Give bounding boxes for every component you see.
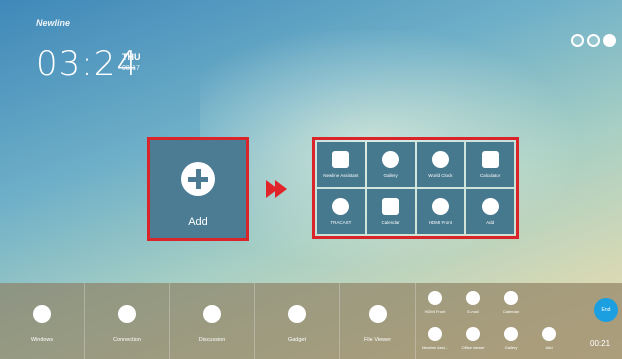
mail-icon bbox=[466, 291, 480, 305]
side-vertical-text bbox=[22, 120, 30, 220]
taskbar-file-viewer[interactable]: File Viewer bbox=[340, 283, 416, 359]
app-tile[interactable]: HDMI Front bbox=[416, 189, 465, 234]
hdmi-icon bbox=[431, 198, 449, 215]
connection-icon bbox=[118, 305, 136, 323]
app-tile[interactable]: Add bbox=[466, 189, 514, 234]
taskbar-discussion[interactable]: Discussion bbox=[170, 283, 255, 359]
app-label: HDMI Front bbox=[428, 220, 452, 225]
quick-app-label: Newline Assi... bbox=[421, 345, 448, 350]
end-button[interactable]: End bbox=[594, 298, 618, 322]
quick-app-label: HDMI Front bbox=[424, 309, 446, 314]
app-tile[interactable]: Calculator bbox=[466, 142, 514, 187]
user-icon[interactable] bbox=[587, 34, 600, 47]
cast-icon bbox=[332, 198, 350, 215]
quick-app-assistant[interactable]: Newline Assi... bbox=[416, 321, 454, 357]
plus-icon bbox=[181, 162, 215, 196]
office-icon bbox=[466, 327, 480, 341]
quick-app-hdmi[interactable]: HDMI Front bbox=[416, 285, 454, 321]
app-grid: Newline Assistant Gallery World Clock Ca… bbox=[312, 137, 519, 239]
calendar-icon bbox=[382, 198, 400, 215]
quick-app-calendar[interactable]: Calendar bbox=[492, 285, 530, 321]
add-app-label: Add bbox=[188, 216, 208, 228]
quick-app-label: Add bbox=[545, 345, 553, 350]
calendar-icon bbox=[504, 291, 518, 305]
quick-app-label: Calendar bbox=[502, 309, 520, 314]
arrow-right-icon bbox=[275, 180, 287, 198]
app-label: Calendar bbox=[381, 220, 400, 225]
cross-icon bbox=[428, 327, 442, 341]
clock-date: 08-17 bbox=[122, 65, 140, 72]
taskbar-label: Gadget bbox=[287, 337, 307, 343]
plus-icon bbox=[542, 327, 556, 341]
app-label: World Clock bbox=[428, 173, 453, 178]
status-icon[interactable] bbox=[571, 34, 584, 47]
quick-app-email[interactable]: E-mail bbox=[454, 285, 492, 321]
arrow-indicator bbox=[266, 180, 287, 203]
clock-time: 03:24 bbox=[36, 44, 139, 84]
hdmi-icon bbox=[428, 291, 442, 305]
gallery-icon bbox=[382, 151, 400, 168]
app-tile[interactable]: Newline Assistant bbox=[317, 142, 365, 187]
globe-icon bbox=[431, 151, 449, 168]
grid-icon bbox=[288, 305, 306, 323]
calculator-icon bbox=[481, 151, 499, 168]
app-label: Gallery bbox=[383, 173, 398, 178]
taskbar-label: File Viewer bbox=[363, 337, 392, 343]
app-tile[interactable]: TRACAST bbox=[317, 189, 365, 234]
discussion-icon bbox=[203, 305, 221, 323]
file-icon bbox=[368, 305, 387, 323]
app-tile[interactable]: World Clock bbox=[416, 142, 465, 187]
quick-app-gallery[interactable]: Gallery bbox=[492, 321, 530, 357]
taskbar-label: Windows bbox=[30, 337, 54, 343]
taskbar-connection[interactable]: Connection bbox=[85, 283, 170, 359]
top-right-icons bbox=[571, 34, 616, 47]
app-label: Calculator bbox=[479, 173, 501, 178]
quick-app-label: Office viewer bbox=[461, 345, 485, 350]
taskbar-windows[interactable]: Windows bbox=[0, 283, 85, 359]
clock-day: THU bbox=[122, 52, 141, 62]
app-tile[interactable]: Gallery bbox=[366, 142, 415, 187]
quick-app-label: Gallery bbox=[504, 345, 518, 350]
taskbar-gadget[interactable]: Gadget bbox=[255, 283, 340, 359]
app-label: Add bbox=[486, 220, 495, 225]
session-timer: 00:21 bbox=[590, 339, 611, 348]
taskbar-label: Discussion bbox=[198, 337, 226, 343]
taskbar-label: Connection bbox=[113, 337, 141, 343]
cross-icon bbox=[332, 151, 350, 168]
plus-icon bbox=[481, 198, 499, 215]
app-label: TRACAST bbox=[330, 220, 352, 225]
quick-app-office[interactable]: Office viewer bbox=[454, 321, 492, 357]
brand-logo: Newline bbox=[36, 18, 71, 28]
app-tile[interactable]: Calendar bbox=[366, 189, 415, 234]
gear-icon[interactable] bbox=[603, 34, 616, 47]
add-app-tile[interactable]: Add bbox=[147, 137, 249, 241]
quick-app-add[interactable]: Add bbox=[530, 321, 568, 357]
quick-app-label: E-mail bbox=[467, 309, 479, 314]
monitor-icon bbox=[33, 305, 51, 323]
gallery-icon bbox=[504, 327, 518, 341]
app-label: Newline Assistant bbox=[323, 173, 359, 178]
